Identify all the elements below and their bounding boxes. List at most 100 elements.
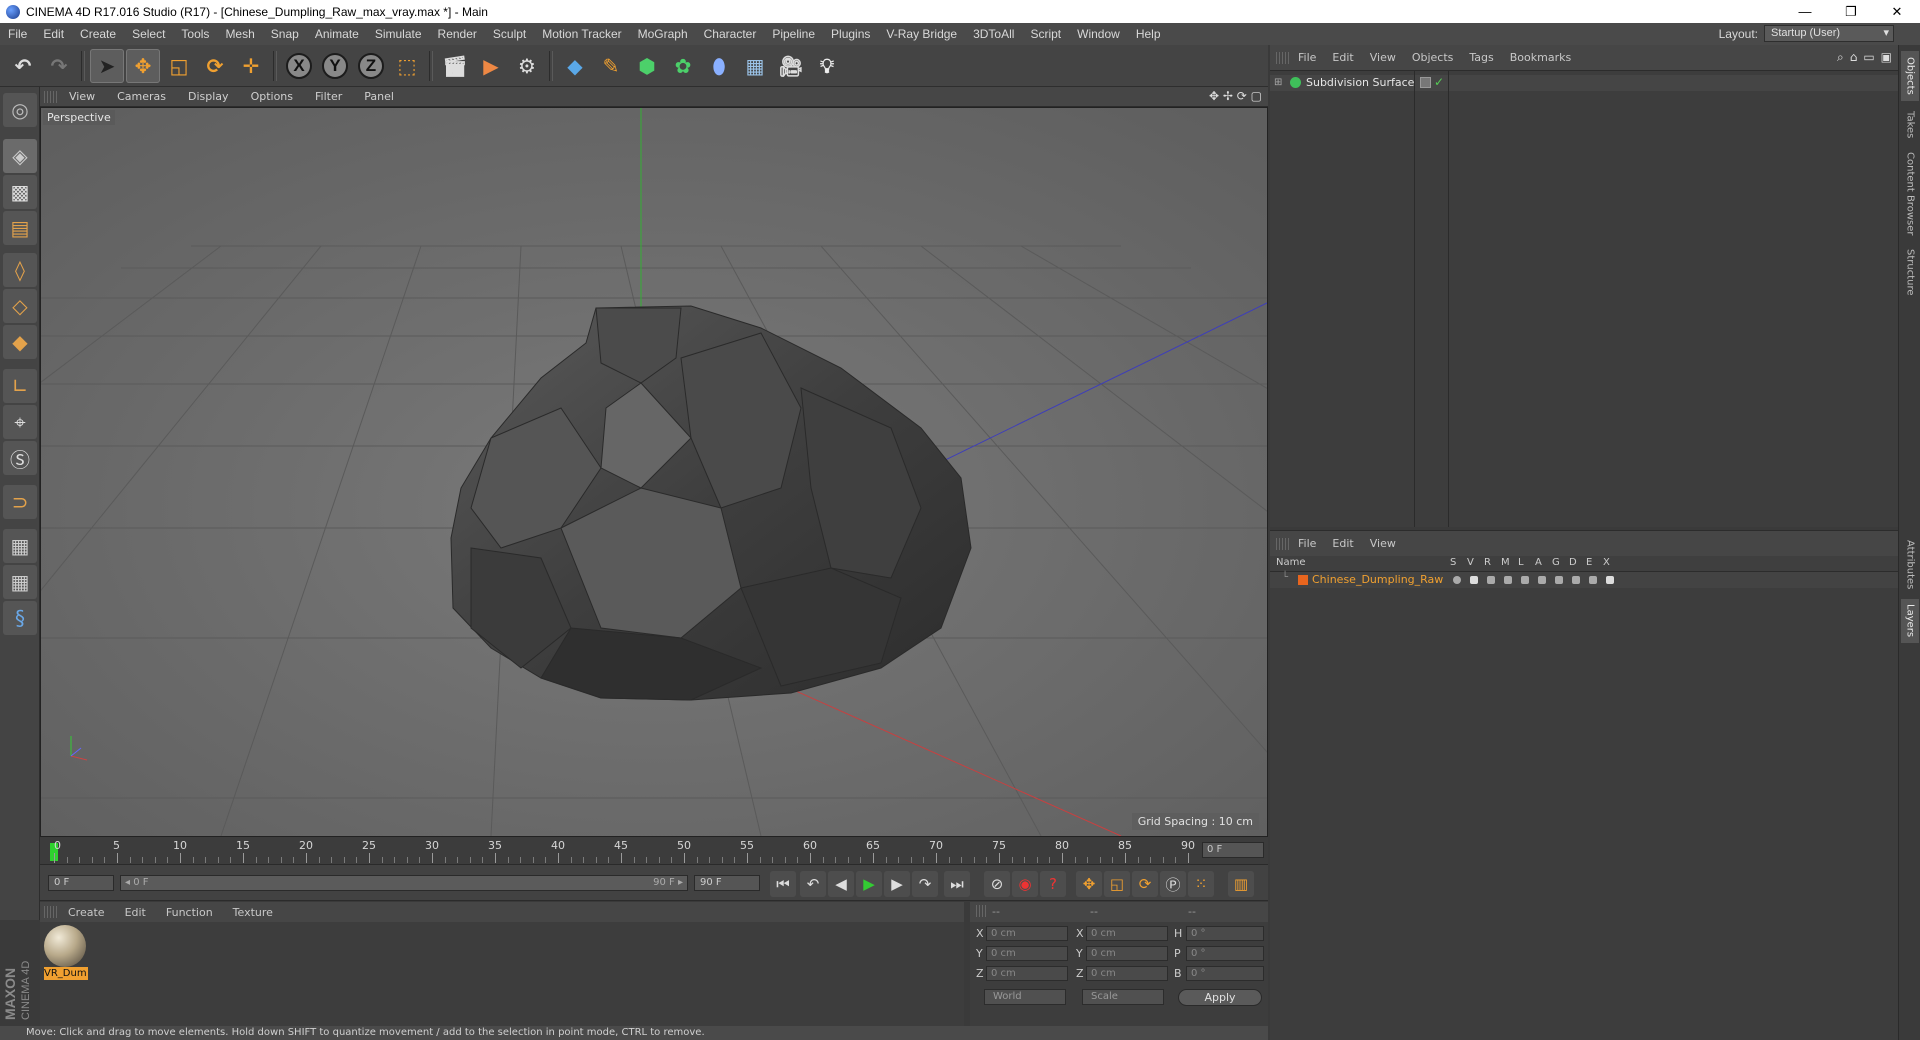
layer-row[interactable]: └ Chinese_Dumpling_Raw xyxy=(1270,572,1898,588)
model-mode-button[interactable]: ◈ xyxy=(3,139,37,173)
position-x-field[interactable]: 0 cm xyxy=(986,926,1068,941)
menu-create[interactable]: Create xyxy=(72,23,124,45)
material-menu-edit[interactable]: Edit xyxy=(115,906,156,919)
menu-select[interactable]: Select xyxy=(124,23,173,45)
z-axis-lock-button[interactable]: Z xyxy=(354,49,388,83)
redo-button[interactable]: ↷ xyxy=(42,49,76,83)
previous-key-button[interactable]: ↶ xyxy=(800,871,826,897)
workplane-lock-button[interactable]: ▦ xyxy=(3,529,37,563)
menu-script[interactable]: Script xyxy=(1022,23,1069,45)
menu-sculpt[interactable]: Sculpt xyxy=(485,23,534,45)
rotation-p-field[interactable]: 0 ° xyxy=(1186,946,1264,961)
minimize-button[interactable]: — xyxy=(1782,0,1828,23)
menu-motion-tracker[interactable]: Motion Tracker xyxy=(534,23,629,45)
object-menu-view[interactable]: View xyxy=(1362,51,1404,64)
menu-simulate[interactable]: Simulate xyxy=(367,23,430,45)
undo-button[interactable]: ↶ xyxy=(6,49,40,83)
add-light-button[interactable]: 💡︎ xyxy=(810,49,844,83)
viewport-menu-view[interactable]: View xyxy=(58,90,106,103)
menu-window[interactable]: Window xyxy=(1069,23,1128,45)
layer-generators-toggle[interactable] xyxy=(1555,576,1563,584)
material-menu-create[interactable]: Create xyxy=(58,906,115,919)
viewport-menu-display[interactable]: Display xyxy=(177,90,240,103)
record-position-button[interactable]: ✥ xyxy=(1076,871,1102,897)
current-frame-field[interactable]: 0 F xyxy=(1202,842,1264,858)
rotation-h-field[interactable]: 0 ° xyxy=(1186,926,1264,941)
texture-mode-button[interactable]: ▩ xyxy=(3,175,37,209)
checkmark-icon[interactable]: ✓ xyxy=(1434,75,1444,89)
play-forward-button[interactable]: ▶ xyxy=(856,871,882,897)
layer-color-swatch[interactable] xyxy=(1298,575,1308,585)
apply-button[interactable]: Apply xyxy=(1178,989,1262,1006)
render-settings-button[interactable]: ⚙ xyxy=(510,49,544,83)
size-y-field[interactable]: 0 cm xyxy=(1086,946,1168,961)
menu-tools[interactable]: Tools xyxy=(173,23,217,45)
next-frame-button[interactable]: ▶ xyxy=(884,871,910,897)
menu-3dtoall[interactable]: 3DToAll xyxy=(965,23,1022,45)
object-menu-edit[interactable]: Edit xyxy=(1324,51,1361,64)
tab-objects[interactable]: Objects xyxy=(1901,51,1919,101)
planar-workplane-button[interactable]: ▦ xyxy=(3,565,37,599)
position-z-field[interactable]: 0 cm xyxy=(986,966,1068,981)
expand-toggle-icon[interactable]: ⊞ xyxy=(1274,77,1282,88)
layer-menu-edit[interactable]: Edit xyxy=(1324,537,1361,550)
tab-layers[interactable]: Layers xyxy=(1901,599,1919,643)
move-tool-button[interactable]: ✥ xyxy=(126,48,160,83)
add-camera-button[interactable]: 🎥︎ xyxy=(774,49,808,83)
menu-pipeline[interactable]: Pipeline xyxy=(764,23,823,45)
viewport-menu-options[interactable]: Options xyxy=(240,90,304,103)
material-thumbnail[interactable]: VR_Dum xyxy=(44,925,88,981)
position-y-field[interactable]: 0 cm xyxy=(986,946,1068,961)
tab-content-browser[interactable]: Content Browser xyxy=(1901,149,1919,239)
material-menu-texture[interactable]: Texture xyxy=(223,906,283,919)
object-menu-objects[interactable]: Objects xyxy=(1404,51,1462,64)
layer-animation-toggle[interactable] xyxy=(1538,576,1546,584)
menu-edit[interactable]: Edit xyxy=(35,23,72,45)
y-axis-lock-button[interactable]: Y xyxy=(318,49,352,83)
record-parameter-button[interactable]: Ⓟ xyxy=(1160,871,1186,897)
menu-animate[interactable]: Animate xyxy=(307,23,367,45)
layer-solo-toggle[interactable] xyxy=(1453,576,1461,584)
autokeying-button[interactable]: ? xyxy=(1040,871,1066,897)
rotate-tool-button[interactable]: ⟳ xyxy=(198,49,232,83)
home-icon[interactable]: ⌂ xyxy=(1850,50,1858,65)
viewport-menu-cameras[interactable]: Cameras xyxy=(106,90,177,103)
rotation-b-field[interactable]: 0 ° xyxy=(1186,966,1264,981)
restore-button[interactable]: ❐ xyxy=(1828,0,1874,23)
add-deformer-button[interactable]: ⬮ xyxy=(702,49,736,83)
menu-character[interactable]: Character xyxy=(696,23,765,45)
end-frame-field[interactable]: 90 F xyxy=(694,875,760,891)
edges-mode-button[interactable]: ◇ xyxy=(3,289,37,323)
perspective-viewport[interactable]: Perspective Grid Spacing : 10 cm xyxy=(40,107,1268,837)
menu-render[interactable]: Render xyxy=(430,23,485,45)
record-active-objects-button[interactable]: ◉ xyxy=(1012,871,1038,897)
size-z-field[interactable]: 0 cm xyxy=(1086,966,1168,981)
record-point-level-button[interactable]: ⁙ xyxy=(1188,871,1214,897)
menu-mesh[interactable]: Mesh xyxy=(217,23,262,45)
tab-attributes[interactable]: Attributes xyxy=(1901,535,1919,595)
menu-plugins[interactable]: Plugins xyxy=(823,23,878,45)
previous-frame-button[interactable]: ◀ xyxy=(828,871,854,897)
material-menu-function[interactable]: Function xyxy=(156,906,223,919)
render-view-button[interactable]: 🎬︎ xyxy=(438,49,472,83)
layer-lock-toggle[interactable] xyxy=(1521,576,1529,584)
tweak-mode-button[interactable]: ⌖ xyxy=(3,405,37,439)
add-cube-button[interactable]: ◆ xyxy=(558,49,592,83)
object-row[interactable]: ⊞ Subdivision Surface ✓ xyxy=(1270,75,1898,91)
coordinate-system-button[interactable]: ⬚ xyxy=(390,49,424,83)
record-rotation-button[interactable]: ⟳ xyxy=(1132,871,1158,897)
polygons-mode-button[interactable]: ◆ xyxy=(3,325,37,359)
layer-manager-toggle[interactable] xyxy=(1504,576,1512,584)
layer-view-toggle[interactable] xyxy=(1470,576,1478,584)
layer-tag-icon[interactable] xyxy=(1420,77,1431,88)
search-icon[interactable]: ⌕ xyxy=(1837,50,1844,65)
timeline-ruler[interactable]: 0 5 10 15 20 25 30 35 40 45 50 55 60 65 … xyxy=(40,837,1268,865)
render-picture-viewer-button[interactable]: ▶ xyxy=(474,49,508,83)
layout-dropdown[interactable]: Startup (User) xyxy=(1764,25,1894,42)
menu-help[interactable]: Help xyxy=(1128,23,1169,45)
magnet-tool-button[interactable]: ⊃ xyxy=(3,485,37,519)
add-floor-button[interactable]: ▦ xyxy=(738,49,772,83)
menu-snap[interactable]: Snap xyxy=(263,23,307,45)
go-to-start-button[interactable]: ⏮ xyxy=(770,871,796,897)
record-scale-button[interactable]: ◱ xyxy=(1104,871,1130,897)
